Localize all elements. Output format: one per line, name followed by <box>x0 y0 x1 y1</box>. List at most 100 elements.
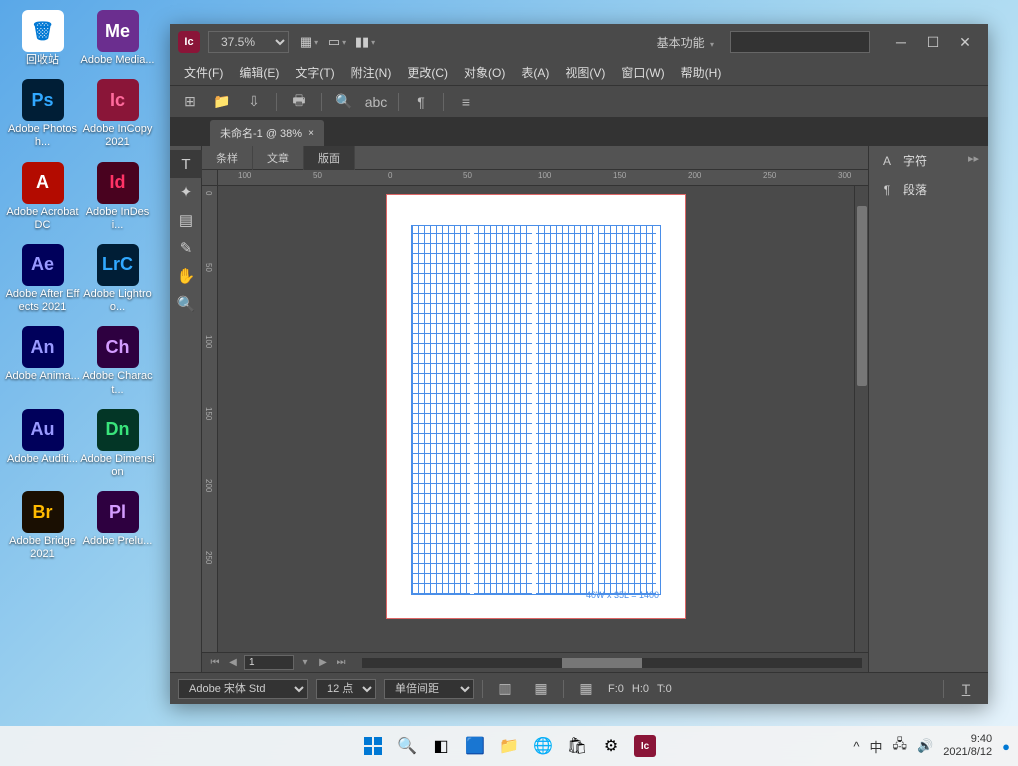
hand-tool[interactable]: ✋ <box>170 262 202 290</box>
menu-item[interactable]: 更改(C) <box>399 60 456 85</box>
find-icon[interactable]: 🔍 <box>330 90 358 114</box>
arrange-tool[interactable]: ▮▮▾ <box>353 31 377 53</box>
position-tool[interactable]: ▤ <box>170 206 202 234</box>
text-frame-grid[interactable] <box>411 225 661 595</box>
align-grid-icon[interactable]: ▦ <box>527 677 555 701</box>
explorer-icon[interactable]: 📁 <box>495 732 523 760</box>
menu-item[interactable]: 文件(F) <box>176 60 231 85</box>
menu-item[interactable]: 编辑(E) <box>231 60 287 85</box>
open-icon[interactable]: 📁 <box>208 90 236 114</box>
search-icon[interactable]: 🔍 <box>393 732 421 760</box>
desktop-icon[interactable]: AAdobe Acrobat DC <box>5 162 80 232</box>
prev-page-icon[interactable]: ◀ <box>226 656 240 670</box>
menu-item[interactable]: 视图(V) <box>557 60 613 85</box>
spellcheck-icon[interactable]: abc <box>362 90 390 114</box>
vertical-scrollbar[interactable] <box>854 186 868 652</box>
settings-icon[interactable]: ⚙ <box>597 732 625 760</box>
tool-strip: T ✦ ▤ ✎ ✋ 🔍 <box>170 146 202 672</box>
type-tool[interactable]: T <box>170 150 202 178</box>
maximize-button[interactable]: ☐ <box>918 30 948 54</box>
notifications-icon[interactable]: ● <box>1002 739 1010 754</box>
horizontal-ruler: 10050050100150200250300 <box>218 170 868 186</box>
font-size-select[interactable]: 12 点 <box>316 679 376 699</box>
print-icon[interactable]: 🖶 <box>285 90 313 114</box>
search-input[interactable] <box>730 31 870 53</box>
view-mode-tab[interactable]: 条样 <box>202 146 253 170</box>
close-button[interactable]: ✕ <box>950 30 980 54</box>
app-icon-box: LrC <box>97 244 139 286</box>
desktop-icon[interactable]: 🗑回收站 <box>5 10 80 67</box>
text-scale-icon[interactable]: T <box>952 677 980 701</box>
desktop-icon[interactable]: IcAdobe InCopy 2021 <box>80 79 155 149</box>
pilcrow-icon[interactable]: ¶ <box>407 90 435 114</box>
horizontal-scrollbar[interactable] <box>362 658 862 668</box>
workspace-selector[interactable]: 基本功能 ▾ <box>649 30 722 55</box>
frame-grid-icon[interactable]: ▦ <box>572 677 600 701</box>
view-options-tool[interactable]: ▭▾ <box>325 31 349 53</box>
edge-icon[interactable]: 🌐 <box>529 732 557 760</box>
view-mode-tab[interactable]: 文章 <box>253 146 304 170</box>
minimize-button[interactable]: ─ <box>886 30 916 54</box>
eyedropper-tool[interactable]: ✎ <box>170 234 202 262</box>
last-page-icon[interactable]: ⏭ <box>334 656 348 670</box>
store-icon[interactable]: 🛍 <box>563 732 591 760</box>
screen-mode-tool[interactable]: ▦▾ <box>297 31 321 53</box>
clock[interactable]: 9:40 2021/8/12 <box>943 733 992 759</box>
desktop-icon[interactable]: AeAdobe After Effects 2021 <box>5 244 80 314</box>
new-icon[interactable]: ⊞ <box>176 90 204 114</box>
network-icon[interactable]: 🖧 <box>893 735 908 757</box>
incopy-taskbar-icon[interactable]: Ic <box>631 732 659 760</box>
menu-item[interactable]: 表(A) <box>513 60 557 85</box>
menu-item[interactable]: 对象(O) <box>456 60 513 85</box>
next-page-icon[interactable]: ▶ <box>316 656 330 670</box>
panel-item[interactable]: ¶段落 <box>869 175 988 204</box>
view-mode-tab[interactable]: 版面 <box>304 146 355 170</box>
app-icon: Ic <box>178 31 200 53</box>
tab-close-icon[interactable]: × <box>308 128 314 139</box>
main-area: T ✦ ▤ ✎ ✋ 🔍 条样文章版面 100500501001502002503… <box>170 146 988 672</box>
icon-label: Adobe InDesi... <box>80 206 155 232</box>
page-number-input[interactable] <box>244 655 294 670</box>
hscroll-thumb[interactable] <box>562 658 642 668</box>
menu-item[interactable]: 帮助(H) <box>673 60 730 85</box>
desktop-icon[interactable]: PsAdobe Photosh... <box>5 79 80 149</box>
document-page[interactable]: 40W x 35L = 1400 <box>386 194 686 619</box>
icon-label: Adobe Photosh... <box>5 123 80 149</box>
menu-item[interactable]: 文字(T) <box>287 60 342 85</box>
page-dropdown-icon[interactable]: ▾ <box>298 656 312 670</box>
desktop-icon[interactable]: MeAdobe Media... <box>80 10 155 67</box>
desktop-icon[interactable]: BrAdobe Bridge 2021 <box>5 491 80 561</box>
menu-icon[interactable]: ≡ <box>452 90 480 114</box>
desktop-icon[interactable]: AnAdobe Anima... <box>5 326 80 383</box>
app-icon-box: An <box>22 326 64 368</box>
font-family-select[interactable]: Adobe 宋体 Std <box>178 679 308 699</box>
menu-item[interactable]: 窗口(W) <box>613 60 672 85</box>
panel-toggle-icon[interactable]: ▸▸ <box>968 152 984 168</box>
icon-label: Adobe Lightroo... <box>80 288 155 314</box>
vscroll-thumb[interactable] <box>857 206 867 386</box>
app-icon-box: Ae <box>22 244 64 286</box>
desktop-icon[interactable]: PlAdobe Prelu... <box>80 491 155 548</box>
tray-chevron-icon[interactable]: ^ <box>853 739 859 754</box>
task-view-icon[interactable]: ◧ <box>427 732 455 760</box>
widgets-icon[interactable]: 🟦 <box>461 732 489 760</box>
line-spacing-select[interactable]: 单倍间距 <box>384 679 474 699</box>
icon-label: Adobe Charact... <box>80 370 155 396</box>
zoom-selector[interactable]: 37.5% <box>208 31 289 53</box>
align-stream-icon[interactable]: ▥ <box>491 677 519 701</box>
desktop-icon[interactable]: IdAdobe InDesi... <box>80 162 155 232</box>
first-page-icon[interactable]: ⏮ <box>208 656 222 670</box>
ime-indicator[interactable]: 中 <box>870 737 883 756</box>
desktop-icon[interactable]: ChAdobe Charact... <box>80 326 155 396</box>
desktop-icon[interactable]: AuAdobe Auditi... <box>5 409 80 466</box>
document-tab[interactable]: 未命名-1 @ 38% × <box>210 120 324 146</box>
canvas-viewport[interactable]: 40W x 35L = 1400 <box>218 186 854 652</box>
note-tool[interactable]: ✦ <box>170 178 202 206</box>
desktop-icon[interactable]: DnAdobe Dimension <box>80 409 155 479</box>
zoom-tool[interactable]: 🔍 <box>170 290 202 318</box>
menu-item[interactable]: 附注(N) <box>343 60 400 85</box>
save-icon[interactable]: ⇩ <box>240 90 268 114</box>
volume-icon[interactable]: 🔊 <box>917 738 933 754</box>
start-button[interactable] <box>359 732 387 760</box>
desktop-icon[interactable]: LrCAdobe Lightroo... <box>80 244 155 314</box>
